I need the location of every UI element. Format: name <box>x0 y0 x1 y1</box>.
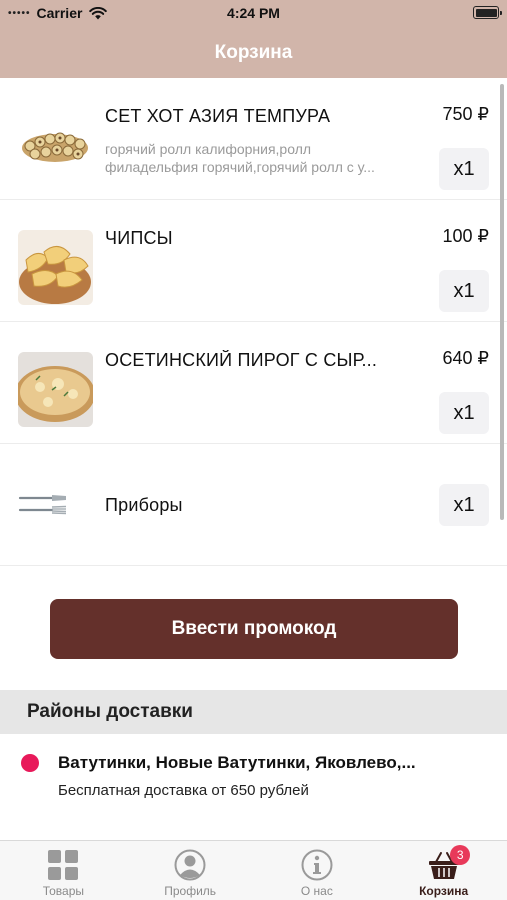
delivery-zone-item[interactable]: Ватутинки, Новые Ватутинки, Яковлево,...… <box>0 734 507 840</box>
tab-label: Профиль <box>164 884 217 898</box>
description-line: горячий ролл калифорния,ролл <box>105 141 312 157</box>
product-image <box>18 352 93 427</box>
quantity-button[interactable]: x1 <box>439 148 489 190</box>
page-title: Корзина <box>214 42 293 63</box>
quantity-button[interactable]: x1 <box>439 484 489 526</box>
info-icon <box>301 849 333 881</box>
tab-cart[interactable]: 3 Корзина <box>380 841 507 900</box>
product-name: СЕТ ХОТ АЗИЯ ТЕМПУРА <box>105 106 331 126</box>
delivery-section-header: Районы доставки <box>0 690 507 734</box>
product-name: ЧИПСЫ <box>105 228 173 248</box>
cart-item[interactable]: СЕТ ХОТ АЗИЯ ТЕМПУРА горячий ролл калифо… <box>0 78 507 200</box>
zone-name: Ватутинки, Новые Ватутинки, Яковлево,... <box>58 753 416 772</box>
cart-item[interactable]: ОСЕТИНСКИЙ ПИРОГ С СЫР... 640 ₽ x1 <box>0 322 507 444</box>
product-price: 100 ₽ <box>442 226 490 246</box>
tab-profile[interactable]: Профиль <box>127 841 254 900</box>
tab-products[interactable]: Товары <box>0 841 127 900</box>
status-time: 4:24 PM <box>227 5 280 21</box>
cart-count-badge: 3 <box>450 845 471 865</box>
cutlery-icon <box>18 495 67 515</box>
tab-label: О нас <box>300 884 333 898</box>
quantity-button[interactable]: x1 <box>439 392 489 434</box>
product-name: ОСЕТИНСКИЙ ПИРОГ С СЫР... <box>105 350 378 370</box>
quantity-button[interactable]: x1 <box>439 270 489 312</box>
description-line: филадельфия горячий,горячий ролл с у... <box>105 159 375 175</box>
tab-about[interactable]: О нас <box>254 841 381 900</box>
tab-label: Товары <box>42 884 85 898</box>
product-price: 750 ₽ <box>442 104 490 124</box>
battery-icon <box>473 6 502 19</box>
nav-bar: Корзина <box>0 28 507 78</box>
zone-color-dot <box>21 754 39 772</box>
product-description: горячий ролл калифорния,ролл филадельфия… <box>105 140 427 176</box>
cutlery-label: Приборы <box>105 495 183 515</box>
product-price: 640 ₽ <box>442 348 490 368</box>
grid-icon <box>48 850 79 880</box>
cart-list: СЕТ ХОТ АЗИЯ ТЕМПУРА горячий ролл калифо… <box>0 78 507 566</box>
product-image <box>18 230 93 305</box>
product-image <box>18 108 93 183</box>
tab-label: Корзина <box>419 884 469 898</box>
cutlery-row[interactable]: Приборы x1 <box>0 444 507 566</box>
zone-delivery-note: Бесплатная доставка от 650 рублей <box>58 782 309 799</box>
scrollbar[interactable] <box>500 84 504 520</box>
profile-icon <box>174 849 206 881</box>
section-title: Районы доставки <box>27 701 193 722</box>
promo-code-button[interactable]: Ввести промокод <box>50 599 458 659</box>
tab-bar: Товары Профиль О нас 3 Корзина <box>0 840 507 900</box>
cart-item[interactable]: ЧИПСЫ 100 ₽ x1 <box>0 200 507 322</box>
status-bar: ••••• Carrier 4:24 PM <box>0 0 507 28</box>
